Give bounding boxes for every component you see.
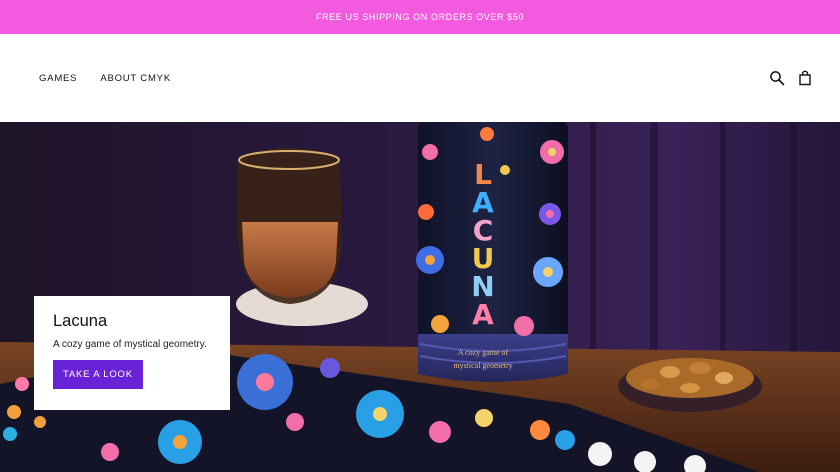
hero-card: Lacuna A cozy game of mystical geometry.…: [34, 296, 230, 410]
hero-title: Lacuna: [53, 312, 108, 330]
main-nav: GAMES ABOUT CMYK: [39, 34, 171, 122]
tube-caption-line-2: mystical geometry: [453, 361, 512, 370]
tube-caption-line-1: A cozy game of: [458, 348, 509, 357]
announcement-text: FREE US SHIPPING ON ORDERS OVER $50: [315, 12, 525, 22]
tube-title-letter: A: [472, 298, 494, 331]
nav-item-games[interactable]: GAMES: [39, 73, 77, 84]
site-header: GAMES ABOUT CMYK: [0, 34, 840, 122]
shopping-bag-icon[interactable]: [797, 70, 813, 86]
tube-title: LACUNA: [471, 158, 494, 331]
announcement-bar: FREE US SHIPPING ON ORDERS OVER $50: [0, 0, 840, 34]
nav-item-about-cmyk[interactable]: ABOUT CMYK: [100, 73, 171, 84]
take-a-look-button[interactable]: TAKE A LOOK: [53, 360, 143, 389]
search-icon[interactable]: [769, 70, 785, 86]
header-icons: [769, 34, 813, 122]
hero-subtitle: A cozy game of mystical geometry.: [53, 339, 207, 350]
